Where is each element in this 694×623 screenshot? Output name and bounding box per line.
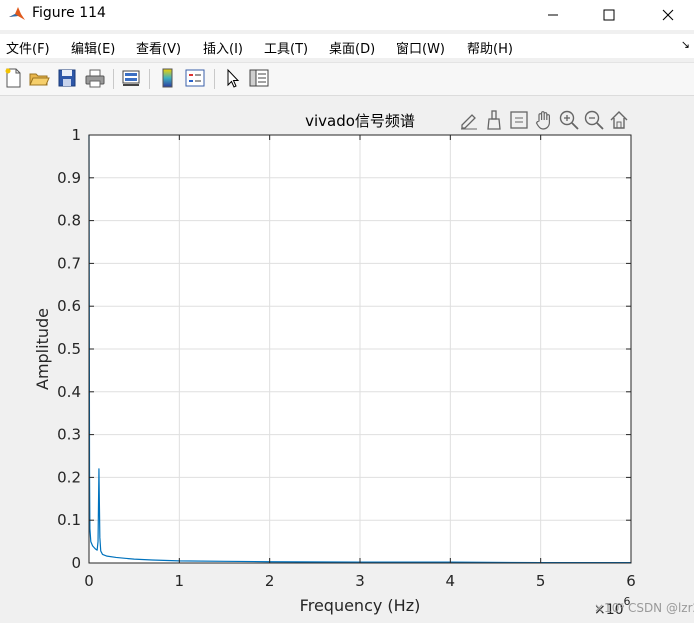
y-tick-label: 0.5 (57, 340, 81, 358)
y-tick-label: 0.1 (57, 511, 81, 529)
y-tick-label: 0.3 (57, 426, 81, 444)
x-tick-label: 3 (355, 572, 365, 590)
y-tick-label: 0.8 (57, 212, 81, 230)
pan-icon[interactable] (533, 109, 555, 131)
y-axis-label: Amplitude (33, 308, 52, 390)
axes-toolbar (458, 109, 634, 133)
x-axis-label: Frequency (Hz) (300, 596, 421, 615)
x-tick-label: 6 (626, 572, 636, 590)
y-tick-label: 0.4 (57, 383, 81, 401)
brush-icon[interactable] (483, 109, 505, 131)
y-tick-label: 0.6 (57, 297, 81, 315)
x-tick-label: 2 (265, 572, 275, 590)
edit-plot-icon[interactable] (458, 109, 480, 131)
y-tick-labels: 0 0.1 0.2 0.3 0.4 0.5 0.6 0.7 0.8 0.9 1 (57, 126, 81, 572)
y-tick-label: 0 (71, 554, 81, 572)
zoom-out-icon[interactable] (583, 109, 605, 131)
y-tick-label: 0.2 (57, 468, 81, 486)
y-tick-label: 0.9 (57, 169, 81, 187)
y-tick-label: 0.7 (57, 254, 81, 272)
x-tick-labels: 0 1 2 3 4 5 6 (84, 572, 636, 590)
spectrum-chart: 0 1 2 3 4 5 6 0 0.1 0.2 0.3 0.4 0.5 0.6 0.7 0.8 0.9 1 Fr… (33, 126, 636, 618)
csdn-watermark: ×10⁶ CSDN @lzr232 (594, 601, 694, 615)
x-tick-label: 4 (446, 572, 456, 590)
x-tick-label: 1 (175, 572, 185, 590)
data-tips-icon[interactable] (508, 109, 530, 131)
x-tick-label: 0 (84, 572, 94, 590)
y-tick-label: 1 (71, 126, 81, 144)
zoom-in-icon[interactable] (558, 109, 580, 131)
restore-view-icon[interactable] (608, 109, 630, 131)
x-tick-label: 5 (536, 572, 546, 590)
